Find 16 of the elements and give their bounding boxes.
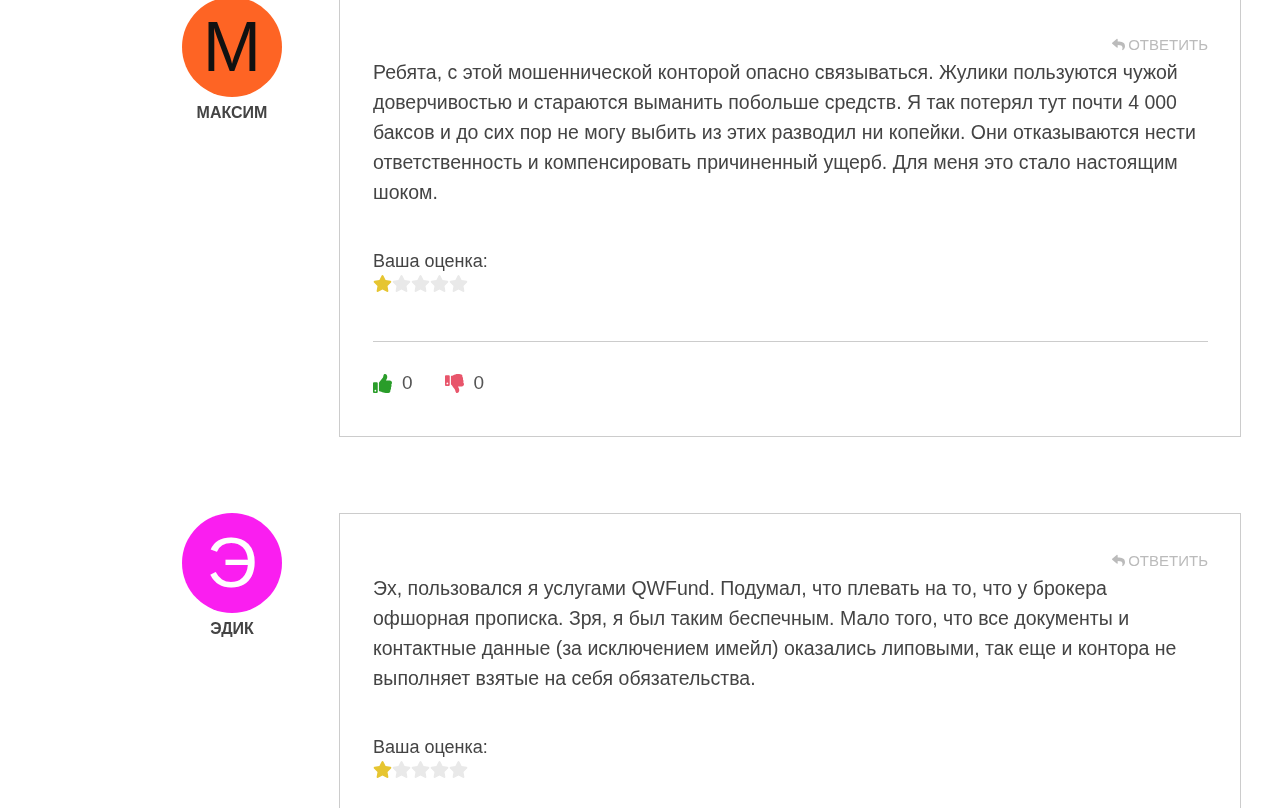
rating-label: Ваша оценка:: [373, 251, 489, 272]
rating-label: Ваша оценка:: [373, 737, 489, 758]
author-name: ЭДИК: [210, 620, 254, 638]
avatar: Э: [182, 513, 282, 613]
author-name: МАКСИМ: [196, 104, 268, 122]
star-icon: [373, 274, 392, 293]
avatar: М: [182, 0, 282, 97]
star-icon: [373, 760, 392, 779]
dislike-button[interactable]: 0: [444, 372, 485, 394]
like-button[interactable]: 0: [373, 372, 413, 394]
reply-icon: [1112, 554, 1126, 567]
star-icon: [392, 760, 411, 779]
reply-icon: [1112, 38, 1126, 51]
comment-text: Эх, пользовался я услугами QWFund. Подумал, что плевать на то, что у брокера офшорная прописка. Зря, я был таким беспечным. Мало того, что все документы и контактные данные (за исключением имейл) оказались липовыми, так еще и контора не выполняет взятые на себя обязательства.: [373, 576, 1178, 691]
star-icon: [392, 274, 411, 293]
comment-text: Ребята, с этой мошеннической конторой опасно связываться. Жулики пользуются чужой доверчивостью и стараются выманить побольше средств. Я так потерял тут почти 4 000 баксов и до сих пор не могу выбить из этих разводил ни копейки. Они отказываются нести ответственность и компенсировать причиненный ущерб. Для меня это стало настоящим шоком.: [373, 60, 1197, 205]
